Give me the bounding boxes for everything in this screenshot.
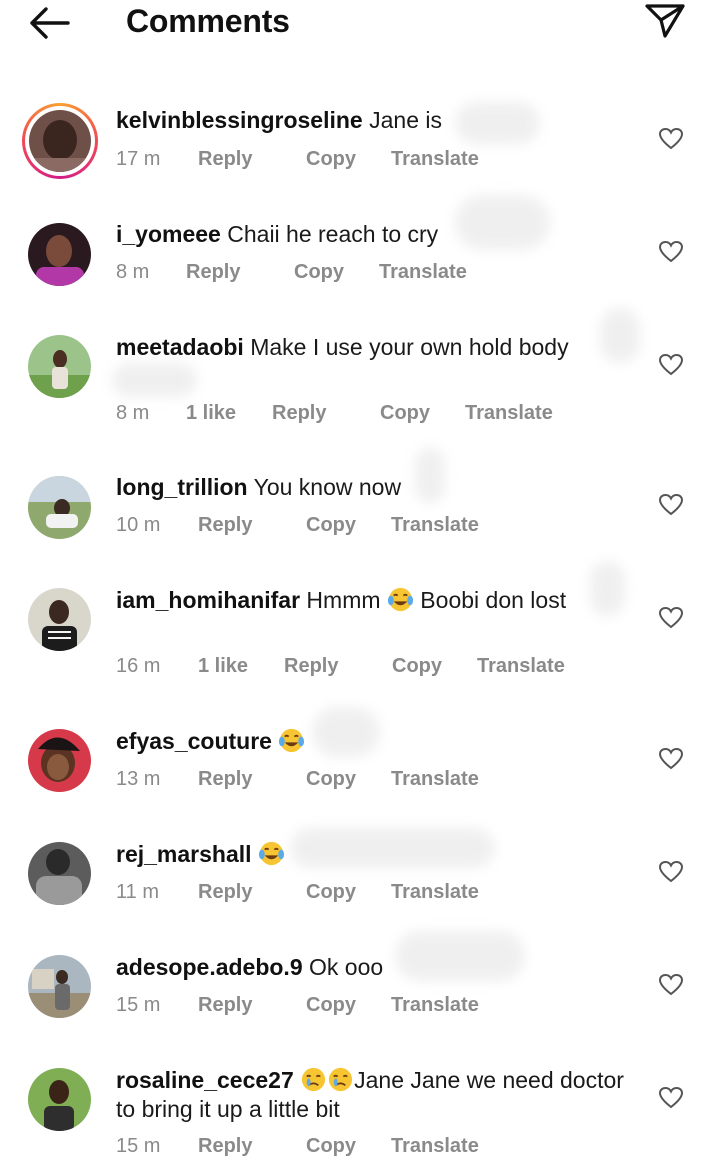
reply-button[interactable]: Reply xyxy=(198,768,252,791)
comment-username[interactable]: i_yomeee xyxy=(116,221,221,247)
comment-username[interactable]: kelvinblessingroseline xyxy=(116,107,363,133)
translate-button[interactable]: Translate xyxy=(477,655,565,678)
comment-text: efyas_couture xyxy=(116,727,636,756)
crying-face-emoji xyxy=(302,1067,326,1092)
avatar[interactable] xyxy=(29,110,91,172)
reply-button[interactable]: Reply xyxy=(198,994,252,1017)
reply-button[interactable]: Reply xyxy=(198,1135,252,1156)
comment-text: rej_marshall xyxy=(116,840,636,869)
comment-username[interactable]: meetadaobi xyxy=(116,334,244,360)
comment-text: meetadaobi Make I use your own hold body xyxy=(116,334,569,360)
copy-button[interactable]: Copy xyxy=(306,994,356,1017)
reply-button[interactable]: Reply xyxy=(186,261,240,284)
avatar[interactable] xyxy=(28,223,91,286)
heart-icon[interactable] xyxy=(658,606,684,630)
paper-plane-icon xyxy=(645,4,685,38)
avatar[interactable] xyxy=(28,842,91,905)
comment-time: 16 m xyxy=(116,655,161,677)
laughing-tears-emoji xyxy=(258,841,284,866)
heart-icon[interactable] xyxy=(658,493,684,517)
heart-icon[interactable] xyxy=(658,353,684,377)
comment-time: 8 m xyxy=(116,261,150,283)
reply-button[interactable]: Reply xyxy=(198,881,252,904)
comment-username[interactable]: rej_marshall xyxy=(116,841,252,867)
comment-username[interactable]: efyas_couture xyxy=(116,728,272,754)
translate-button[interactable]: Translate xyxy=(391,514,479,537)
comment-text: i_yomeee Chaii he reach to cry xyxy=(116,221,439,247)
reply-button[interactable]: Reply xyxy=(198,148,252,171)
translate-button[interactable]: Translate xyxy=(391,768,479,791)
copy-button[interactable]: Copy xyxy=(306,1135,356,1156)
heart-icon[interactable] xyxy=(658,747,684,771)
back-button[interactable] xyxy=(26,4,72,42)
copy-button[interactable]: Copy xyxy=(306,514,356,537)
heart-icon[interactable] xyxy=(658,973,684,997)
heart-icon[interactable] xyxy=(658,127,684,151)
share-button[interactable] xyxy=(640,0,688,42)
comment-time: 11 m xyxy=(116,881,159,903)
comment-time: 17 m xyxy=(116,148,161,170)
heart-icon[interactable] xyxy=(658,1086,684,1110)
reply-button[interactable]: Reply xyxy=(272,402,326,425)
translate-button[interactable]: Translate xyxy=(391,1135,479,1156)
comment-username[interactable]: rosaline_cece27 xyxy=(116,1067,294,1093)
comment-time: 15 m xyxy=(116,1135,161,1156)
comment-username[interactable]: iam_homihanifar xyxy=(116,587,300,613)
comment-time: 15 m xyxy=(116,994,161,1016)
copy-button[interactable]: Copy xyxy=(306,148,356,171)
translate-button[interactable]: Translate xyxy=(379,261,467,284)
top-bar: Comments xyxy=(0,0,720,50)
heart-icon[interactable] xyxy=(658,860,684,884)
copy-button[interactable]: Copy xyxy=(392,655,442,678)
avatar[interactable] xyxy=(28,335,91,398)
story-ring[interactable] xyxy=(22,103,98,179)
reply-button[interactable]: Reply xyxy=(284,655,338,678)
avatar[interactable] xyxy=(28,476,91,539)
comment-username[interactable]: long_trillion xyxy=(116,474,248,500)
avatar[interactable] xyxy=(28,729,91,792)
comment-text: rosaline_cece27 Jane Jane we need doctor… xyxy=(116,1067,624,1122)
translate-button[interactable]: Translate xyxy=(465,402,553,425)
copy-button[interactable]: Copy xyxy=(294,261,344,284)
comment-text: long_trillion You know now xyxy=(116,474,402,500)
translate-button[interactable]: Translate xyxy=(391,994,479,1017)
comment-username[interactable]: adesope.adebo.9 xyxy=(116,954,303,980)
comment-text: kelvinblessingroseline Jane is xyxy=(116,107,442,133)
translate-button[interactable]: Translate xyxy=(391,881,479,904)
comment-text: iam_homihanifar Hmmm Boobi don lost xyxy=(116,587,567,613)
translate-button[interactable]: Translate xyxy=(391,148,479,171)
avatar[interactable] xyxy=(28,1068,91,1131)
avatar[interactable] xyxy=(28,588,91,651)
heart-icon[interactable] xyxy=(658,240,684,264)
reply-button[interactable]: Reply xyxy=(198,514,252,537)
likes-count[interactable]: 1 like xyxy=(198,655,248,678)
likes-count[interactable]: 1 like xyxy=(186,402,236,425)
comment-text: adesope.adebo.9 Ok ooo xyxy=(116,954,384,980)
comment-time: 8 m xyxy=(116,402,150,424)
copy-button[interactable]: Copy xyxy=(306,881,356,904)
comment-time: 13 m xyxy=(116,768,161,790)
laughing-tears-emoji xyxy=(387,587,413,612)
page-title: Comments xyxy=(126,3,290,39)
avatar[interactable] xyxy=(28,955,91,1018)
laughing-tears-emoji xyxy=(279,728,305,753)
crying-face-emoji xyxy=(329,1067,353,1092)
copy-button[interactable]: Copy xyxy=(380,402,430,425)
copy-button[interactable]: Copy xyxy=(306,768,356,791)
comment-time: 10 m xyxy=(116,514,161,536)
arrow-left-icon xyxy=(30,7,70,39)
